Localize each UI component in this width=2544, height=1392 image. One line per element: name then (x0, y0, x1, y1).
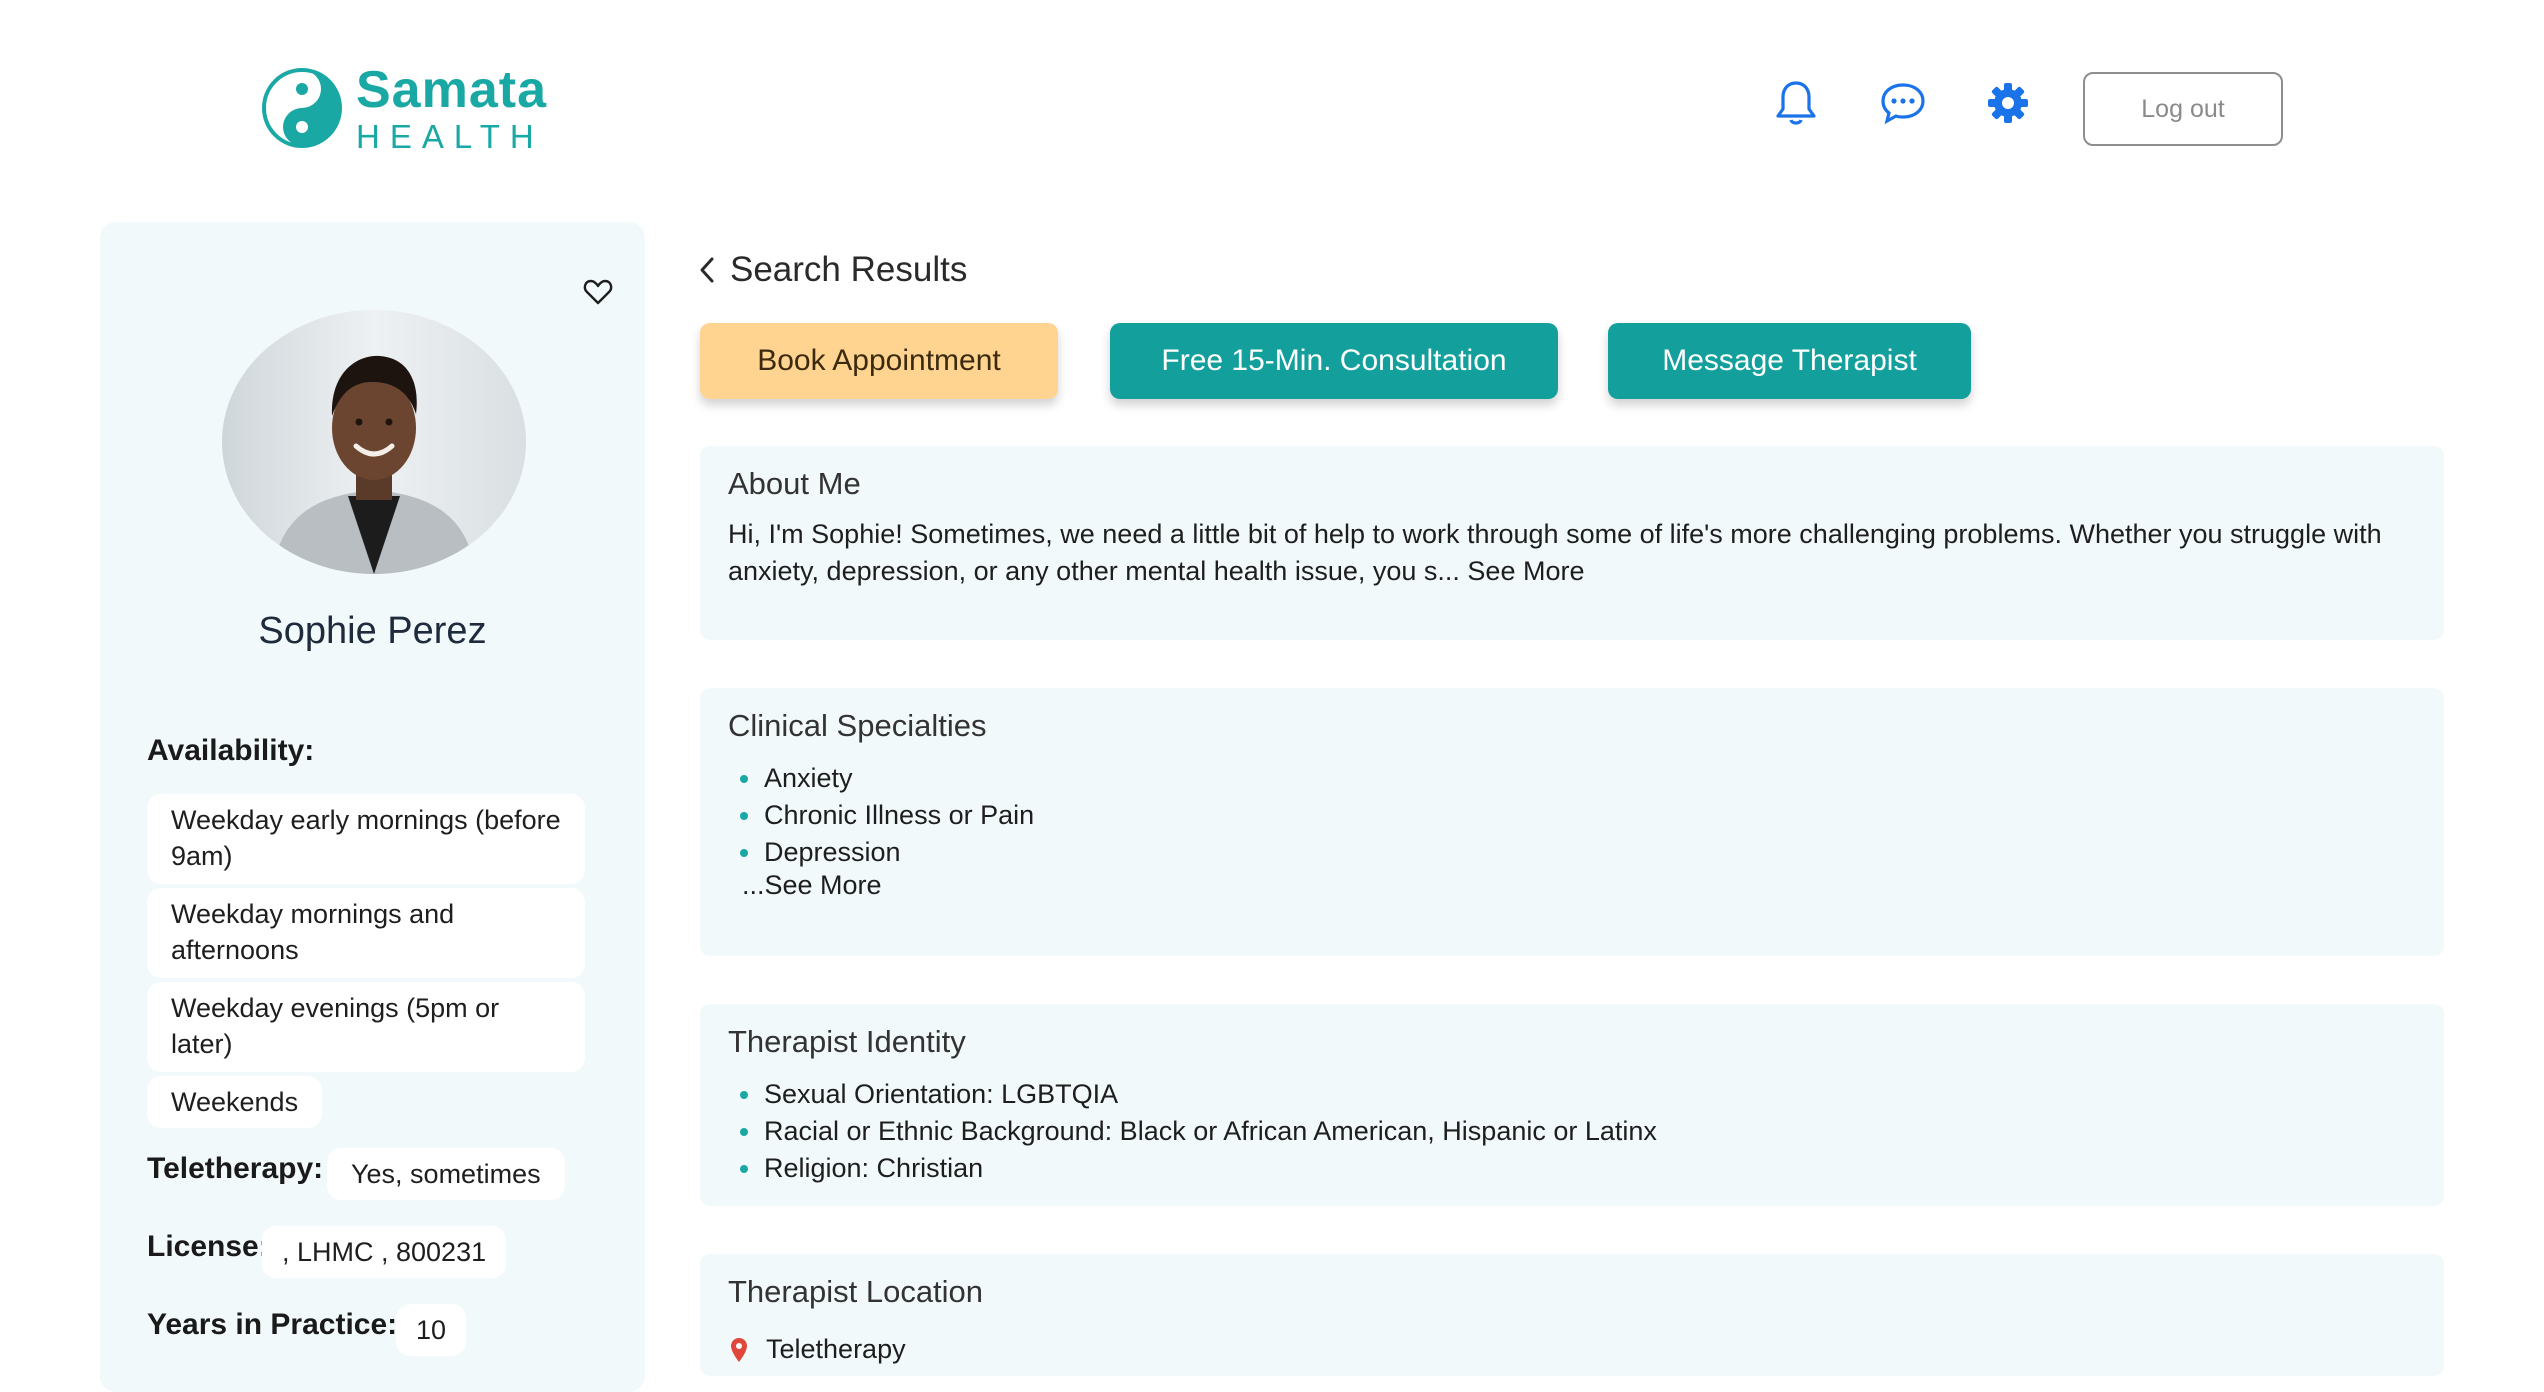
location-value: Teletherapy (766, 1334, 906, 1364)
clinical-specialties-title: Clinical Specialties (728, 708, 987, 743)
map-pin-icon (731, 1337, 747, 1362)
chevron-left-icon (700, 257, 714, 283)
therapist-name: Sophie Perez (258, 610, 487, 652)
yin-yang-logo-icon (262, 68, 342, 148)
logo-word-health: HEALTH (356, 117, 544, 155)
therapist-location-section: Therapist Location Teletherapy (700, 1254, 2444, 1376)
teletherapy-value: Yes, sometimes (327, 1148, 565, 1200)
years-in-practice-label: Years in Practice: (147, 1308, 398, 1341)
samata-health-logo[interactable]: Samata HEALTH (262, 60, 547, 155)
book-appointment-button[interactable]: Book Appointment (700, 323, 1058, 399)
back-link-label: Search Results (730, 250, 968, 289)
availability-chip: Weekday early mornings (before 9am) (147, 794, 585, 884)
back-to-search-results[interactable]: Search Results (698, 250, 967, 290)
about-me-section: About Me Hi, I'm Sophie! Sometimes, we n… (700, 446, 2444, 640)
availability-chip: Weekday mornings and afternoons (147, 888, 585, 978)
heart-icon[interactable] (583, 278, 613, 306)
bell-icon[interactable] (1771, 78, 1821, 128)
availability-chip: Weekday evenings (5pm or later) (147, 982, 585, 1072)
logo-word-samata: Samata (356, 60, 547, 119)
location-row: Teletherapy (730, 1334, 906, 1365)
clinical-specialties-section: Clinical Specialties Anxiety Chronic Ill… (700, 688, 2444, 956)
logout-button[interactable]: Log out (2083, 72, 2283, 146)
about-me-title: About Me (728, 466, 861, 501)
about-see-more-link[interactable]: See More (1467, 556, 1584, 586)
availability-label: Availability: (147, 734, 315, 767)
license-value: , LHMC , 800231 (262, 1226, 507, 1278)
list-item: Racial or Ethnic Background: Black or Af… (740, 1113, 1657, 1150)
therapist-identity-title: Therapist Identity (728, 1024, 966, 1059)
license-label: License: (147, 1230, 269, 1263)
list-item: Sexual Orientation: LGBTQIA (740, 1076, 1657, 1113)
list-item: Religion: Christian (740, 1150, 1657, 1187)
teletherapy-label: Teletherapy: (147, 1152, 324, 1185)
gear-icon[interactable] (1983, 78, 2033, 128)
availability-chip: Weekends (147, 1076, 323, 1128)
avatar (222, 310, 526, 574)
therapist-identity-section: Therapist Identity Sexual Orientation: L… (700, 1004, 2444, 1206)
about-me-text: Hi, I'm Sophie! Sometimes, we need a lit… (728, 516, 2404, 590)
free-consultation-button[interactable]: Free 15-Min. Consultation (1110, 323, 1558, 399)
chat-icon[interactable] (1878, 78, 1928, 128)
specialties-see-more-link[interactable]: ...See More (742, 870, 882, 901)
list-item: Anxiety (740, 760, 1034, 797)
years-in-practice-value: 10 (396, 1304, 467, 1356)
list-item: Depression (740, 834, 1034, 871)
message-therapist-button[interactable]: Message Therapist (1608, 323, 1971, 399)
list-item: Chronic Illness or Pain (740, 797, 1034, 834)
specialties-list: Anxiety Chronic Illness or Pain Depressi… (740, 760, 1034, 871)
therapist-location-title: Therapist Location (728, 1274, 984, 1309)
identity-list: Sexual Orientation: LGBTQIA Racial or Et… (740, 1076, 1657, 1187)
profile-card: Sophie Perez Availability: Weekday early… (100, 222, 645, 1392)
